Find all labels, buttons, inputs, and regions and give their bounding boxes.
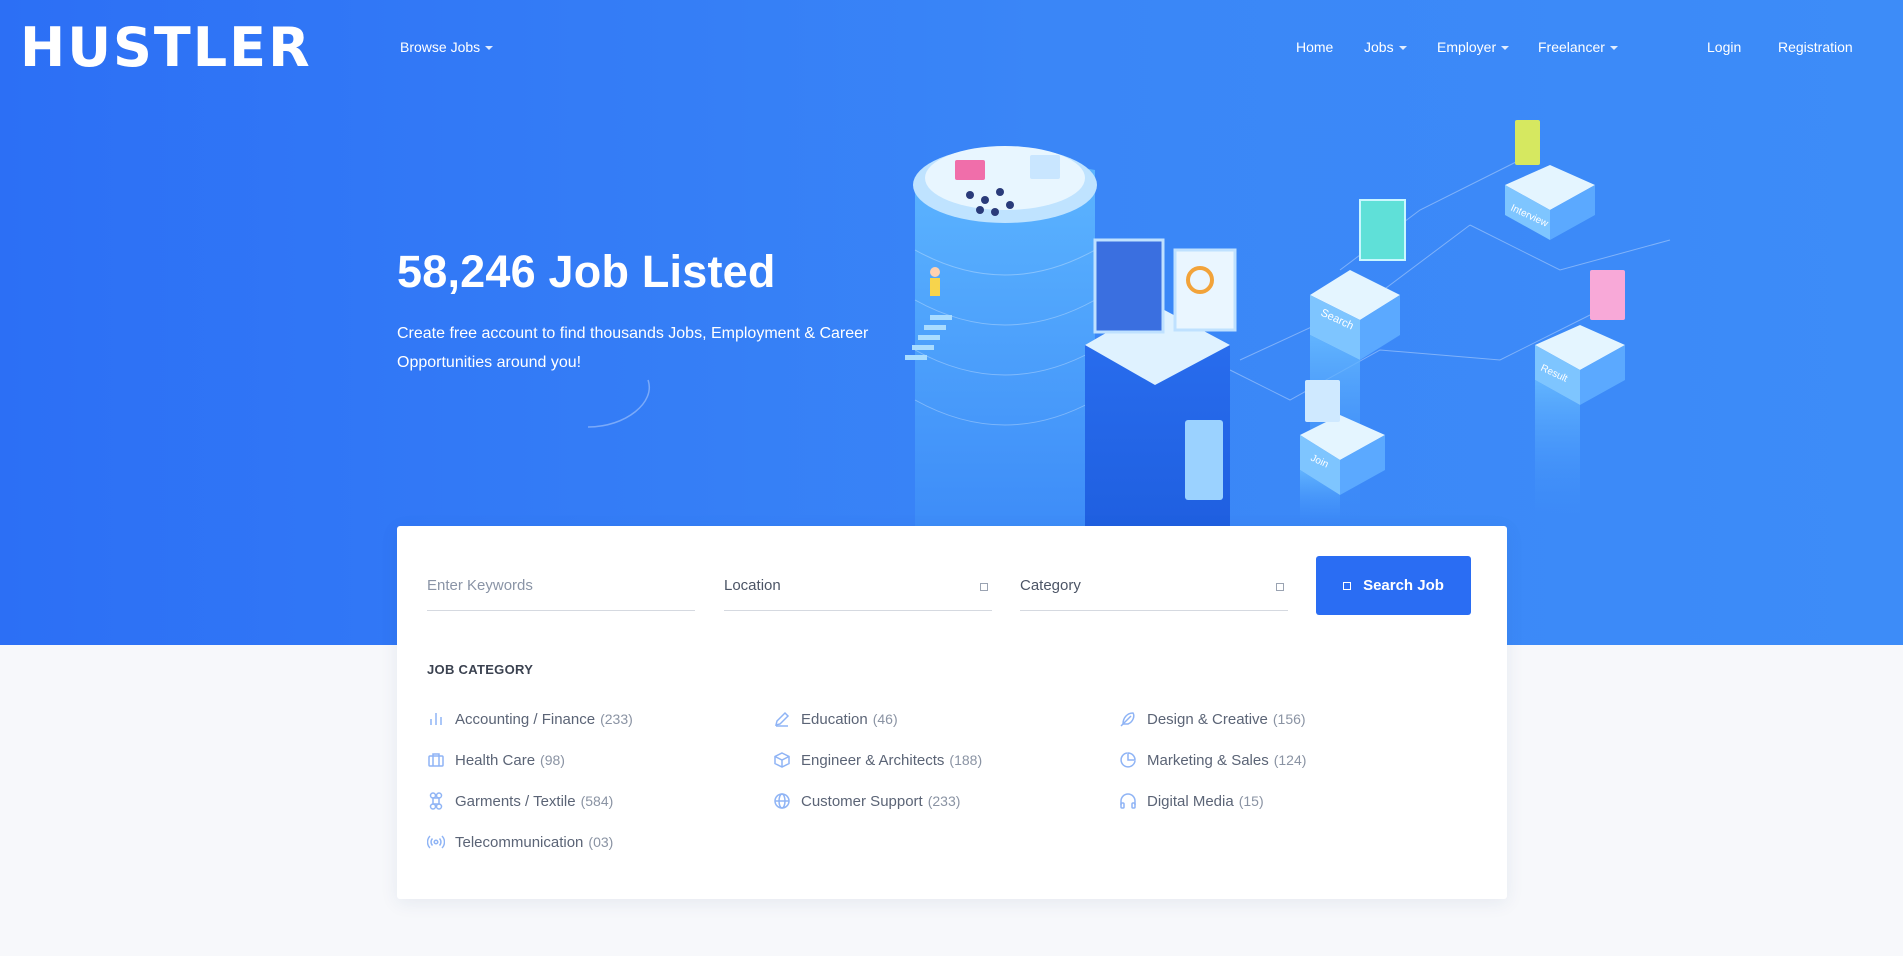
keywords-placeholder: Enter Keywords bbox=[427, 577, 533, 594]
feather-icon bbox=[1120, 712, 1135, 727]
bar-chart-icon bbox=[430, 713, 442, 725]
dropdown-icon bbox=[1276, 583, 1284, 591]
browse-jobs-label: Browse Jobs bbox=[400, 39, 481, 55]
keywords-input[interactable]: Enter Keywords bbox=[427, 561, 695, 611]
category-design-creative[interactable]: Design & Creative (156) bbox=[1119, 709, 1306, 729]
nav-home[interactable]: Home bbox=[1296, 39, 1333, 55]
search-icon bbox=[1343, 581, 1352, 590]
pie-chart-icon bbox=[1120, 752, 1136, 768]
login-link[interactable]: Login bbox=[1707, 39, 1741, 55]
search-card: Enter Keywords Location Category Search … bbox=[397, 526, 1507, 899]
site-logo[interactable]: HUSTLER bbox=[20, 16, 312, 79]
pencil-icon bbox=[774, 711, 790, 727]
category-value: Category bbox=[1020, 577, 1081, 594]
browse-jobs-menu[interactable]: Browse Jobs bbox=[400, 39, 494, 55]
category-accounting-finance[interactable]: Accounting / Finance (233) bbox=[427, 709, 633, 729]
chevron-down-icon bbox=[485, 46, 494, 51]
category-garments-textile[interactable]: Garments / Textile (584) bbox=[427, 791, 613, 811]
briefcase-icon bbox=[428, 753, 444, 767]
location-value: Location bbox=[724, 577, 781, 594]
category-digital-media[interactable]: Digital Media (15) bbox=[1119, 791, 1264, 811]
page-title: 58,246 Job Listed bbox=[397, 246, 776, 297]
nav-freelancer[interactable]: Freelancer bbox=[1538, 39, 1618, 55]
radio-icon bbox=[427, 835, 445, 849]
category-engineer-architects[interactable]: Engineer & Architects (188) bbox=[773, 750, 982, 770]
nav-employer[interactable]: Employer bbox=[1437, 39, 1510, 55]
decorative-arc bbox=[587, 379, 651, 428]
command-icon bbox=[429, 792, 443, 810]
category-education[interactable]: Education (46) bbox=[773, 709, 898, 729]
search-job-button[interactable]: Search Job bbox=[1316, 556, 1471, 615]
search-job-label: Search Job bbox=[1363, 577, 1444, 594]
registration-link[interactable]: Registration bbox=[1778, 39, 1853, 55]
nav-jobs[interactable]: Jobs bbox=[1364, 39, 1407, 55]
category-health-care[interactable]: Health Care (98) bbox=[427, 750, 565, 770]
location-select[interactable]: Location bbox=[724, 561, 992, 611]
globe-icon bbox=[774, 793, 790, 809]
hero-subtitle: Create free account to find thousands Jo… bbox=[397, 325, 869, 371]
chevron-down-icon bbox=[1501, 46, 1510, 51]
chevron-down-icon bbox=[1398, 46, 1407, 51]
category-select[interactable]: Category bbox=[1020, 561, 1288, 611]
category-telecommunication[interactable]: Telecommunication (03) bbox=[427, 832, 613, 852]
box-icon bbox=[774, 752, 790, 768]
dropdown-icon bbox=[980, 583, 988, 591]
headphones-icon bbox=[1120, 793, 1136, 809]
chevron-down-icon bbox=[1609, 46, 1618, 51]
job-category-title: JOB CATEGORY bbox=[427, 662, 534, 677]
category-marketing-sales[interactable]: Marketing & Sales (124) bbox=[1119, 750, 1306, 770]
category-customer-support[interactable]: Customer Support (233) bbox=[773, 791, 960, 811]
hero-illustration: Search Interview Result Join bbox=[905, 120, 1671, 530]
